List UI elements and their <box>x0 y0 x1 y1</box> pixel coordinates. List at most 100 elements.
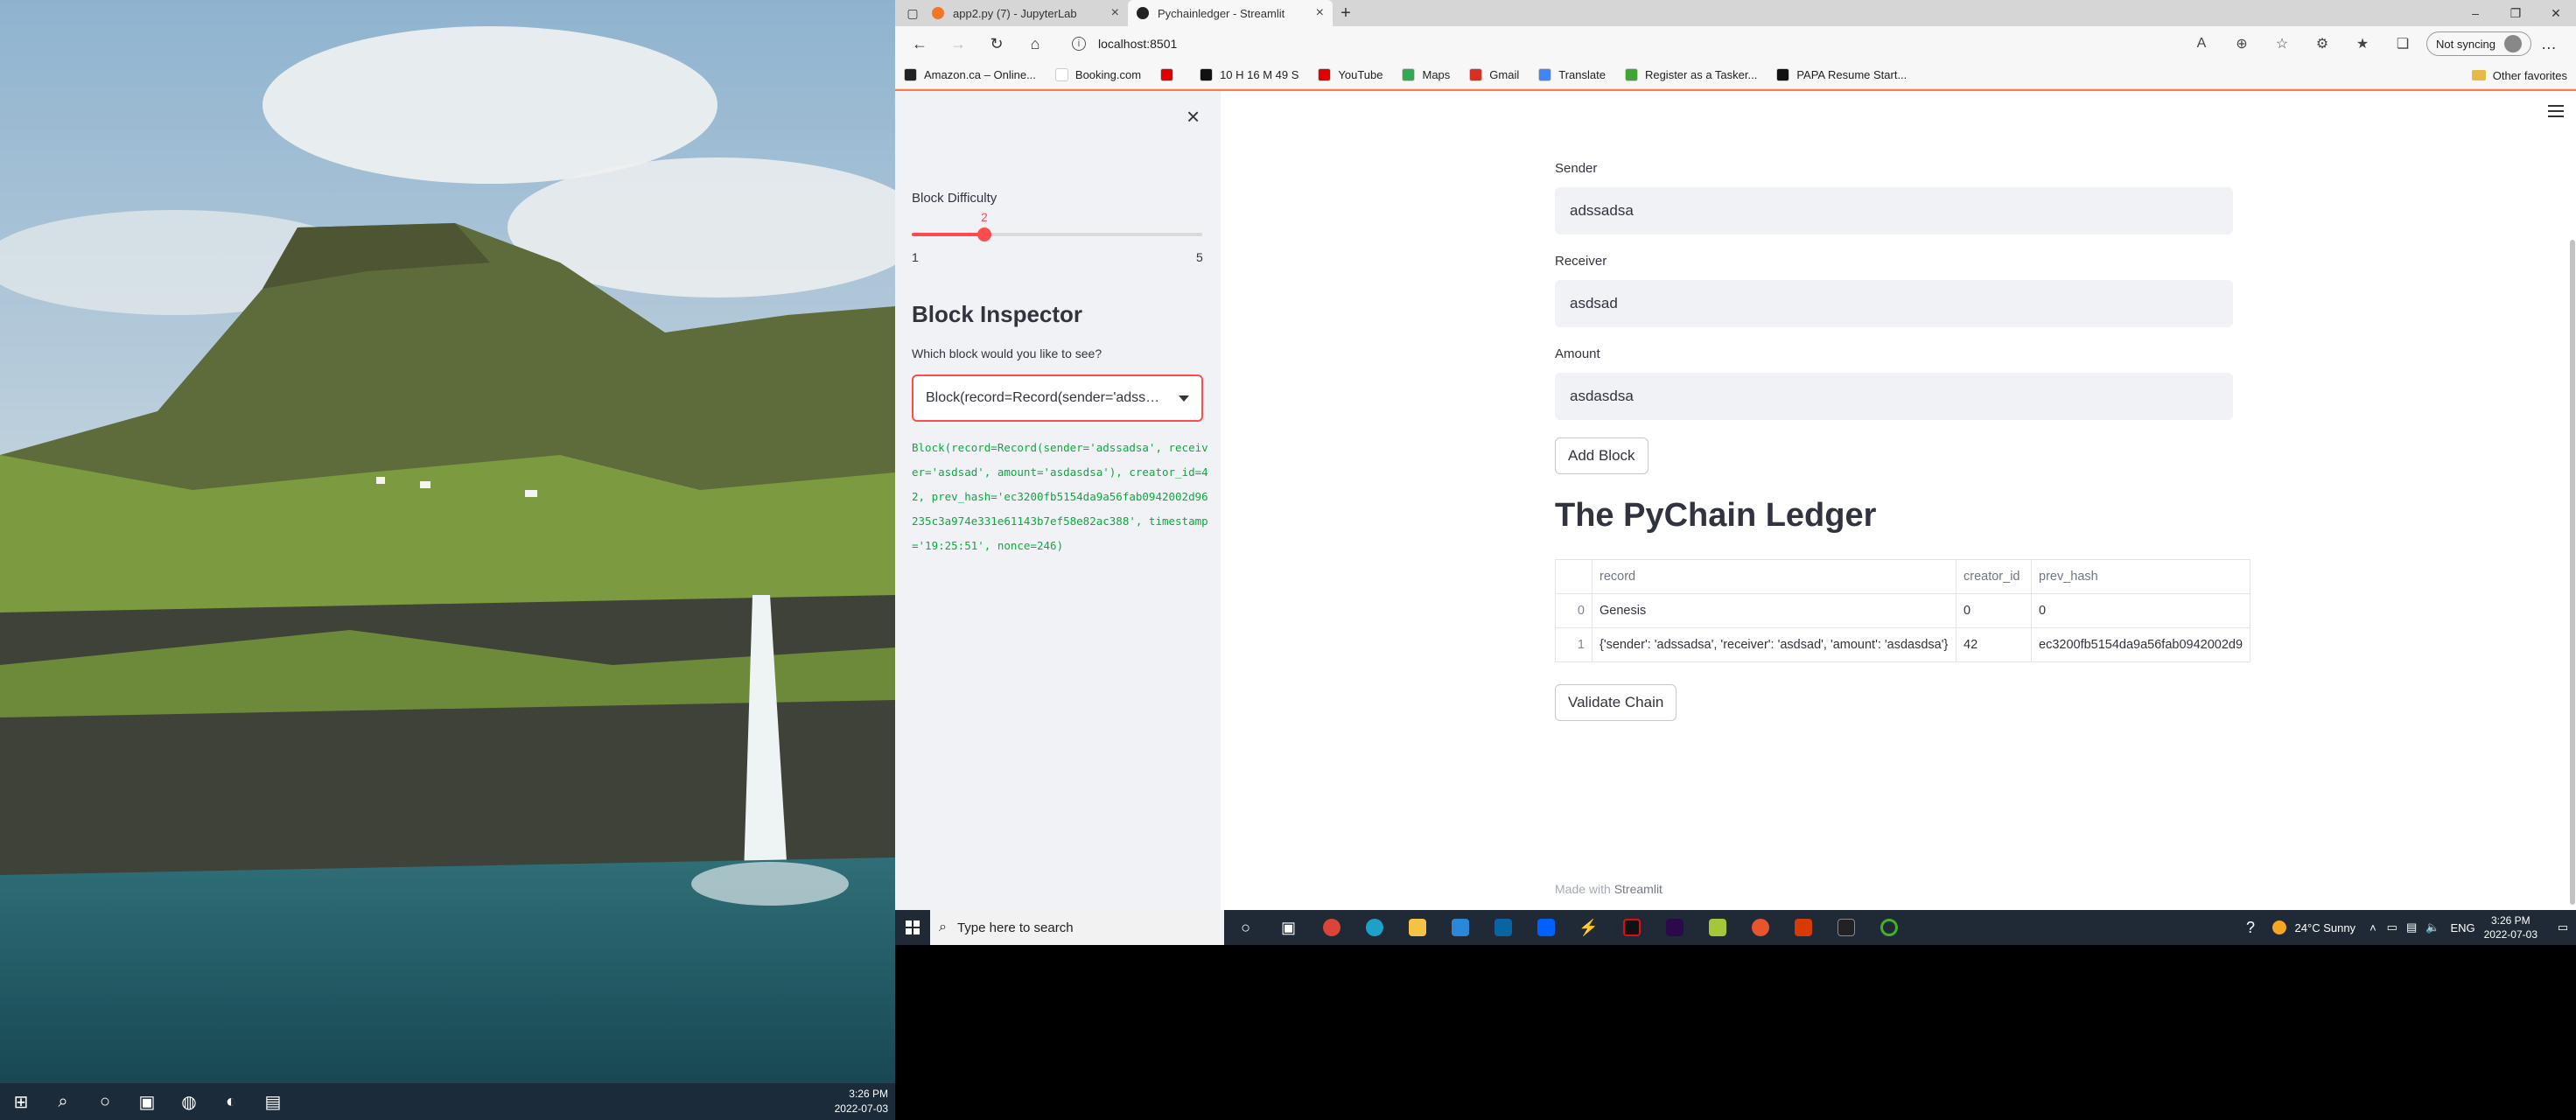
volume-icon[interactable]: 🔈 <box>2426 920 2440 934</box>
prev-hash-header[interactable]: prev_hash <box>2030 559 2251 594</box>
extensions-icon[interactable]: ⚙ <box>2302 35 2342 52</box>
task-view-icon[interactable]: ▣ <box>126 1083 168 1120</box>
slider-thumb[interactable] <box>977 228 991 242</box>
chrome-icon[interactable]: ◍ <box>168 1083 210 1120</box>
mail-icon[interactable] <box>1481 910 1524 945</box>
favorite-link[interactable]: Booking.com <box>1054 68 1141 81</box>
app-orange-icon[interactable] <box>1739 910 1782 945</box>
sender-input[interactable]: adssadsa <box>1555 187 2233 234</box>
edge-icon[interactable]: ◐ <box>210 1083 252 1120</box>
favicon-icon <box>1776 68 1790 81</box>
record-header[interactable]: record <box>1592 559 1956 594</box>
store-icon[interactable] <box>1438 910 1481 945</box>
task-view-icon[interactable]: ▣ <box>1267 910 1310 945</box>
receiver-value: asdsad <box>1570 295 1618 312</box>
favicon-icon <box>1624 68 1638 81</box>
favorite-link[interactable]: YouTube <box>1318 68 1382 81</box>
lightning-icon[interactable]: ⚡ <box>1567 910 1610 945</box>
tab-jupyterlab[interactable]: app2.py (7) - JupyterLab × <box>923 0 1128 26</box>
back-icon[interactable]: ← <box>900 26 939 61</box>
premiere-icon[interactable] <box>1653 910 1696 945</box>
language-indicator[interactable]: ENG <box>2450 921 2474 934</box>
anaconda-icon[interactable] <box>1867 910 1910 945</box>
amount-input[interactable]: asdasdsa <box>1555 373 2233 420</box>
help-icon[interactable]: ? <box>2230 910 2272 945</box>
new-tab-icon[interactable]: + <box>1333 0 1359 26</box>
favorites-bar: Amazon.ca – Online... Booking.com 10 H 16 … <box>895 61 2576 89</box>
forward-icon[interactable]: → <box>939 26 977 61</box>
add-block-button[interactable]: Add Block <box>1555 438 1648 474</box>
chevron-up-icon[interactable]: ˄ <box>2370 921 2376 934</box>
creator-id-header[interactable]: creator_id <box>1956 559 2032 594</box>
file-explorer-icon[interactable] <box>1396 910 1438 945</box>
toolbar-icons: A ⊕ ☆ ⚙ ★ ❏ <box>2181 35 2423 52</box>
terminal-icon[interactable] <box>1824 910 1867 945</box>
difficulty-slider[interactable] <box>912 228 1202 242</box>
left-clock-time: 3:26 PM <box>849 1088 888 1100</box>
sync-label: Not syncing <box>2436 37 2496 51</box>
favorite-link[interactable]: 10 H 16 M 49 S <box>1200 68 1298 81</box>
refresh-icon[interactable]: ↻ <box>977 26 1016 61</box>
search-icon[interactable]: ⌕ <box>42 1083 84 1120</box>
slider-value: 2 <box>981 210 988 224</box>
tab-actions-icon[interactable]: ▢ <box>902 0 923 26</box>
address-bar[interactable]: i localhost:8501 <box>1061 31 2173 57</box>
collections-icon[interactable]: ❏ <box>2383 35 2423 52</box>
network-icon[interactable]: ▤ <box>2406 920 2417 934</box>
slider-fill <box>912 233 984 236</box>
battery-icon[interactable]: ▭ <box>2387 920 2398 934</box>
file-explorer-icon[interactable]: ▤ <box>252 1083 294 1120</box>
record-cell: {'sender': 'adssadsa', 'receiver': 'asds… <box>1592 627 1956 662</box>
zoom-icon[interactable]: ⊕ <box>2222 35 2262 52</box>
left-clock[interactable]: 3:26 PM 2022-07-03 <box>835 1087 888 1116</box>
favorite-link[interactable]: PAPA Resume Start... <box>1776 68 1907 81</box>
receiver-input[interactable]: asdsad <box>1555 280 2233 327</box>
ledger-table[interactable]: record creator_id prev_hash 0 Genesis 0 … <box>1555 559 2251 662</box>
streamlit-link[interactable]: Streamlit <box>1614 882 1662 896</box>
close-tab-icon[interactable]: × <box>1316 5 1324 21</box>
windows-start-icon[interactable]: ⊞ <box>0 1083 42 1120</box>
index-header <box>1555 559 1592 594</box>
validate-chain-button[interactable]: Validate Chain <box>1555 684 1677 721</box>
favorite-link[interactable]: Maps <box>1402 68 1450 81</box>
favorite-link[interactable]: Amazon.ca – Online... <box>904 68 1036 81</box>
close-sidebar-icon[interactable]: × <box>1186 103 1200 130</box>
read-aloud-icon[interactable]: A <box>2181 36 2222 52</box>
chrome-icon[interactable] <box>1310 910 1353 945</box>
row-index: 1 <box>1555 627 1592 662</box>
tab-title: Pychainledger - Streamlit <box>1158 6 1285 20</box>
other-favorites[interactable]: Other favorites <box>2471 61 2567 89</box>
notifications-icon[interactable]: ▭ <box>2550 920 2576 934</box>
windows-start-icon[interactable] <box>895 910 930 945</box>
more-menu-icon[interactable]: … <box>2531 35 2566 53</box>
favorite-link[interactable]: Register as a Tasker... <box>1624 68 1757 81</box>
favorites-icon[interactable]: ★ <box>2342 35 2383 52</box>
office-icon[interactable] <box>1782 910 1824 945</box>
minimize-icon[interactable]: – <box>2455 0 2496 26</box>
favorite-link[interactable]: Translate <box>1538 68 1606 81</box>
home-icon[interactable]: ⌂ <box>1016 26 1054 61</box>
restore-icon[interactable]: ❐ <box>2496 0 2536 26</box>
dropbox-icon[interactable] <box>1524 910 1567 945</box>
taskbar-search[interactable]: ⌕ Type here to search <box>930 910 1224 945</box>
app-green-icon[interactable] <box>1696 910 1739 945</box>
address-row: ← → ↻ ⌂ i localhost:8501 A ⊕ ☆ ⚙ ★ ❏ Not… <box>895 26 2576 61</box>
edge-icon[interactable] <box>1353 910 1396 945</box>
profile-sync-button[interactable]: Not syncing <box>2426 32 2531 56</box>
weather-text[interactable]: 24°C Sunny <box>2295 921 2356 934</box>
netflix-icon[interactable] <box>1610 910 1653 945</box>
favorite-link[interactable] <box>1160 68 1180 81</box>
block-select[interactable]: Block(record=Record(sender='adssadsa' <box>912 374 1203 422</box>
taskbar-clock[interactable]: 3:26 PM 2022-07-03 <box>2484 914 2538 942</box>
hamburger-menu-icon[interactable] <box>2548 105 2564 121</box>
cortana-icon[interactable]: ○ <box>1224 910 1267 945</box>
close-window-icon[interactable]: ✕ <box>2536 0 2576 26</box>
favorite-link[interactable]: Gmail <box>1469 68 1519 81</box>
tab-streamlit[interactable]: Pychainledger - Streamlit × <box>1128 0 1333 26</box>
site-info-icon[interactable]: i <box>1072 37 1086 51</box>
favorite-star-icon[interactable]: ☆ <box>2262 35 2302 52</box>
cortana-icon[interactable]: ○ <box>84 1083 126 1120</box>
scrollbar[interactable] <box>2569 91 2576 910</box>
window-controls: – ❐ ✕ <box>2455 0 2576 26</box>
close-tab-icon[interactable]: × <box>1111 5 1119 21</box>
